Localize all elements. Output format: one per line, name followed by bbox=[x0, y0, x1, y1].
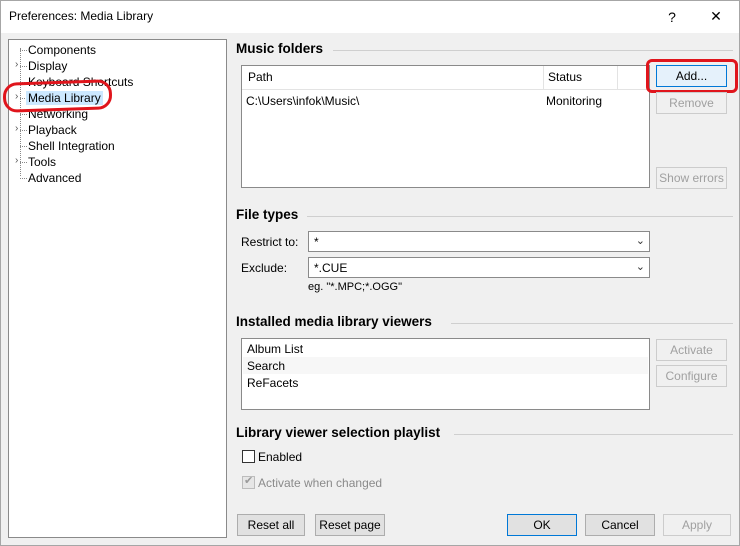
configure-viewer-button[interactable]: Configure bbox=[656, 365, 727, 387]
activate-when-changed-checkbox[interactable]: ✔ bbox=[242, 475, 255, 489]
chevron-right-icon[interactable]: › bbox=[15, 59, 23, 70]
tree-branch-line bbox=[20, 146, 27, 147]
folder-path-cell[interactable]: C:\Users\infok\Music\ bbox=[246, 94, 359, 108]
ok-button[interactable]: OK bbox=[507, 514, 577, 536]
enabled-label[interactable]: Enabled bbox=[258, 450, 302, 464]
cancel-button[interactable]: Cancel bbox=[585, 514, 655, 536]
music-folders-list[interactable]: Path Status C:\Users\infok\Music\ Monito… bbox=[241, 65, 650, 188]
column-separator[interactable] bbox=[617, 66, 618, 90]
viewer-list-item[interactable]: Album List bbox=[243, 340, 648, 357]
playlist-divider bbox=[454, 434, 733, 435]
enabled-checkbox[interactable] bbox=[242, 450, 255, 463]
restrict-combobox[interactable]: * ⌄ bbox=[308, 231, 650, 252]
tree-branch-line bbox=[20, 178, 27, 179]
preferences-window: Preferences: Media Library ? ✕ Component… bbox=[0, 0, 740, 546]
exclude-hint: eg. "*.MPC;*.OGG" bbox=[308, 281, 402, 293]
activate-when-changed-label[interactable]: Activate when changed bbox=[258, 476, 382, 490]
playlist-title: Library viewer selection playlist bbox=[236, 425, 441, 440]
tree-item-label: Playback bbox=[28, 123, 77, 137]
column-path[interactable]: Path bbox=[248, 70, 273, 84]
preferences-tree: Components › Display Keyboard Shortcuts › Med… bbox=[8, 39, 227, 538]
chevron-down-icon[interactable]: ⌄ bbox=[636, 260, 645, 273]
music-folders-divider bbox=[333, 50, 733, 51]
exclude-combobox[interactable]: *.CUE ⌄ bbox=[308, 257, 650, 278]
file-types-divider bbox=[307, 216, 733, 217]
viewers-list[interactable]: Album List Search ReFacets bbox=[241, 338, 650, 410]
reset-page-button[interactable]: Reset page bbox=[315, 514, 385, 536]
apply-button[interactable]: Apply bbox=[663, 514, 731, 536]
close-button[interactable]: ✕ bbox=[693, 1, 739, 32]
media-library-annotation bbox=[2, 79, 113, 113]
music-folders-header: Path Status bbox=[242, 66, 649, 90]
file-types-title: File types bbox=[236, 207, 299, 222]
exclude-label: Exclude: bbox=[241, 261, 288, 275]
viewers-divider bbox=[451, 323, 733, 324]
reset-all-button[interactable]: Reset all bbox=[237, 514, 305, 536]
column-separator[interactable] bbox=[543, 66, 544, 90]
exclude-value: *.CUE bbox=[314, 261, 348, 275]
restrict-label: Restrict to: bbox=[241, 235, 299, 249]
window-title: Preferences: Media Library bbox=[9, 9, 154, 23]
viewers-title: Installed media library viewers bbox=[236, 314, 432, 329]
tree-item-label: Shell Integration bbox=[28, 139, 115, 153]
help-button[interactable]: ? bbox=[649, 1, 695, 32]
checkmark-icon: ✔ bbox=[244, 475, 254, 487]
chevron-right-icon[interactable]: › bbox=[15, 155, 23, 166]
show-errors-button[interactable]: Show errors bbox=[656, 167, 727, 189]
tree-branch-line bbox=[20, 50, 27, 51]
activate-viewer-button[interactable]: Activate bbox=[656, 339, 727, 361]
chevron-right-icon[interactable]: › bbox=[15, 123, 23, 134]
tree-item-label: Display bbox=[28, 59, 68, 73]
viewer-list-item[interactable]: Search bbox=[243, 357, 648, 374]
add-button-annotation bbox=[646, 59, 738, 93]
column-status[interactable]: Status bbox=[548, 70, 582, 84]
tree-item-label: Advanced bbox=[28, 171, 82, 185]
tree-item-label: Components bbox=[28, 43, 97, 57]
chevron-down-icon[interactable]: ⌄ bbox=[636, 234, 645, 247]
title-bar: Preferences: Media Library ? ✕ bbox=[1, 1, 739, 33]
tree-branch-line bbox=[20, 114, 27, 115]
viewer-list-item[interactable]: ReFacets bbox=[243, 374, 648, 391]
tree-item-label: Tools bbox=[28, 155, 57, 169]
music-folders-title: Music folders bbox=[236, 41, 324, 56]
restrict-value: * bbox=[314, 235, 319, 249]
folder-status-cell[interactable]: Monitoring bbox=[546, 94, 602, 108]
remove-folder-button[interactable]: Remove bbox=[656, 92, 727, 114]
